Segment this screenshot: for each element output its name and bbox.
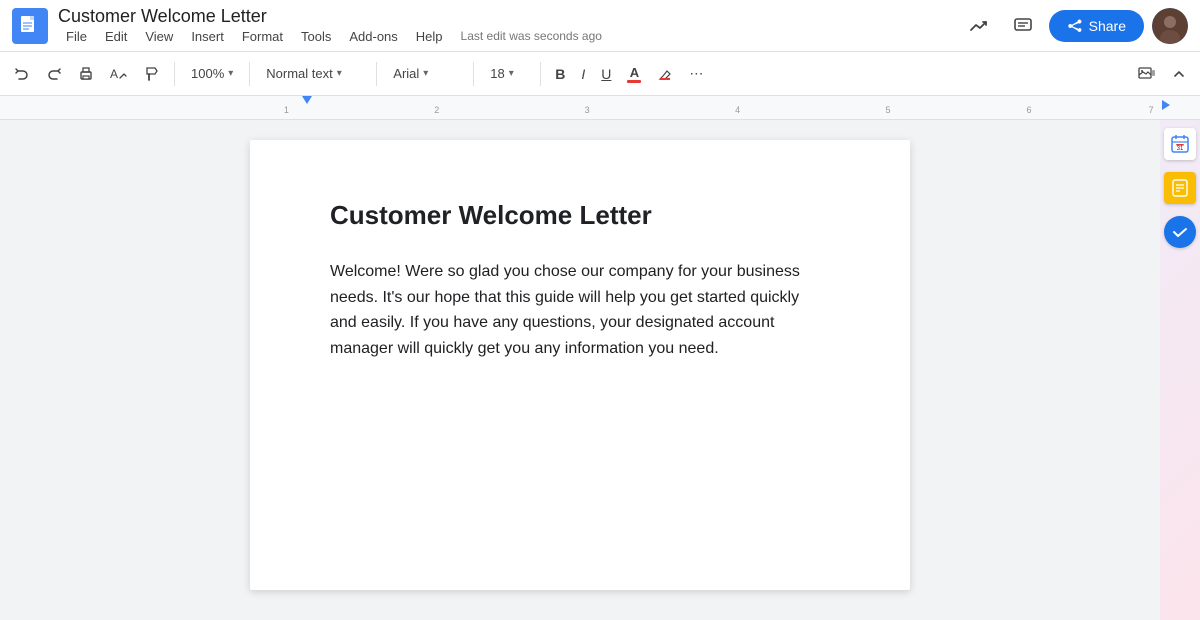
trending-icon xyxy=(969,16,989,36)
done-sidebar-btn[interactable] xyxy=(1164,216,1196,248)
divider-2 xyxy=(249,62,250,86)
comment-icon xyxy=(1013,16,1033,36)
svg-text:A: A xyxy=(110,67,118,81)
comments-icon-btn[interactable] xyxy=(1005,8,1041,44)
user-avatar[interactable] xyxy=(1152,8,1188,44)
ruler: 1 2 3 4 5 6 7 xyxy=(0,96,1200,120)
bold-button[interactable]: B xyxy=(549,58,571,90)
menu-bar: File Edit View Insert Format Tools Add-o… xyxy=(58,27,951,46)
title-bar: Customer Welcome Letter File Edit View I… xyxy=(0,0,1200,52)
paint-format-icon xyxy=(144,66,160,82)
italic-button[interactable]: I xyxy=(575,58,591,90)
font-chevron: ▾ xyxy=(423,68,428,79)
menu-edit[interactable]: Edit xyxy=(97,27,135,46)
title-section: Customer Welcome Letter File Edit View I… xyxy=(58,6,951,46)
avatar-image xyxy=(1152,8,1188,44)
svg-text:31: 31 xyxy=(1177,146,1184,152)
spellcheck-button[interactable]: A xyxy=(104,58,134,90)
activity-icon-btn[interactable] xyxy=(961,8,997,44)
menu-insert[interactable]: Insert xyxy=(183,27,232,46)
more-options-button[interactable]: ⋯ xyxy=(683,58,709,90)
underline-button[interactable]: U xyxy=(595,58,617,90)
title-actions: Share xyxy=(961,8,1188,44)
zoom-chevron: ▾ xyxy=(228,68,233,79)
menu-view[interactable]: View xyxy=(137,27,181,46)
doc-title[interactable]: Customer Welcome Letter xyxy=(58,6,951,27)
image-options-button[interactable] xyxy=(1132,58,1162,90)
collapse-icon xyxy=(1172,67,1186,81)
ruler-inner: 1 2 3 4 5 6 7 xyxy=(230,96,1170,119)
ruler-mark-3: 3 xyxy=(585,105,590,115)
toolbar: A 100% ▾ Normal text ▾ Arial ▾ 18 ▾ B I xyxy=(0,52,1200,96)
ruler-mark-5: 5 xyxy=(885,105,890,115)
undo-icon xyxy=(14,66,30,82)
image-options-icon xyxy=(1138,66,1156,82)
divider-1 xyxy=(174,62,175,86)
style-select[interactable]: Normal text ▾ xyxy=(258,58,368,90)
share-button[interactable]: Share xyxy=(1049,10,1144,42)
share-icon xyxy=(1067,18,1083,34)
ruler-mark-4: 4 xyxy=(735,105,740,115)
size-chevron: ▾ xyxy=(509,68,514,79)
divider-5 xyxy=(540,62,541,86)
calendar-icon: 31 xyxy=(1170,134,1190,154)
highlight-icon xyxy=(657,66,673,82)
paint-format-button[interactable] xyxy=(138,58,166,90)
last-edit-status: Last edit was seconds ago xyxy=(461,29,602,43)
redo-icon xyxy=(46,66,62,82)
menu-format[interactable]: Format xyxy=(234,27,291,46)
undo-button[interactable] xyxy=(8,58,36,90)
ruler-mark-1: 1 xyxy=(284,105,289,115)
font-select[interactable]: Arial ▾ xyxy=(385,58,465,90)
main-area: Customer Welcome Letter Welcome! Were so… xyxy=(0,120,1200,620)
print-button[interactable] xyxy=(72,58,100,90)
tasks-icon xyxy=(1170,178,1190,198)
divider-4 xyxy=(473,62,474,86)
font-color-button[interactable]: A xyxy=(621,58,647,90)
doc-icon xyxy=(12,8,48,44)
page-canvas[interactable]: Customer Welcome Letter Welcome! Were so… xyxy=(0,120,1160,620)
right-sidebar: 31 xyxy=(1160,120,1200,620)
divider-3 xyxy=(376,62,377,86)
font-color-icon: A xyxy=(627,65,641,83)
spellcheck-icon: A xyxy=(110,66,128,82)
ruler-mark-7: 7 xyxy=(1149,105,1154,115)
font-size-select[interactable]: 18 ▾ xyxy=(482,58,532,90)
ruler-mark-6: 6 xyxy=(1026,105,1031,115)
calendar-sidebar-btn[interactable]: 31 xyxy=(1164,128,1196,160)
toolbar-right xyxy=(1132,58,1192,90)
document-body[interactable]: Welcome! Were so glad you chose our comp… xyxy=(330,259,830,361)
menu-help[interactable]: Help xyxy=(408,27,451,46)
style-chevron: ▾ xyxy=(337,68,342,79)
print-icon xyxy=(78,66,94,82)
menu-file[interactable]: File xyxy=(58,27,95,46)
tab-stop-indicator xyxy=(302,96,312,104)
document-title: Customer Welcome Letter xyxy=(330,200,830,231)
zoom-select[interactable]: 100% ▾ xyxy=(183,58,241,90)
collapse-button[interactable] xyxy=(1166,58,1192,90)
tasks-sidebar-btn[interactable] xyxy=(1164,172,1196,204)
highlight-button[interactable] xyxy=(651,58,679,90)
menu-tools[interactable]: Tools xyxy=(293,27,339,46)
ruler-mark-2: 2 xyxy=(434,105,439,115)
redo-button[interactable] xyxy=(40,58,68,90)
checkmark-icon xyxy=(1170,222,1190,242)
document-page[interactable]: Customer Welcome Letter Welcome! Were so… xyxy=(250,140,910,590)
ruler-right-handle xyxy=(1162,100,1170,110)
ruler-marks: 1 2 3 4 5 6 7 xyxy=(230,96,1170,119)
menu-addons[interactable]: Add-ons xyxy=(341,27,405,46)
